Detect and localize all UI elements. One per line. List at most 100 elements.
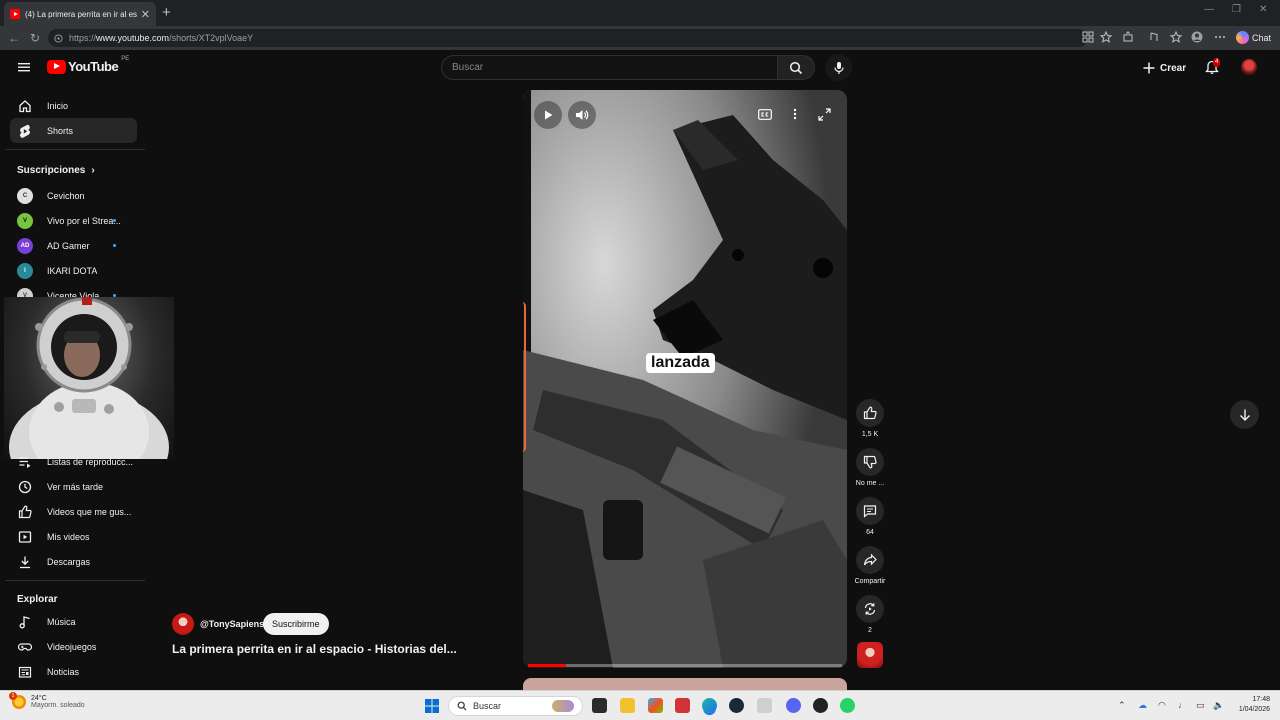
volume-button[interactable] — [568, 101, 596, 129]
sidebar-item-playlists[interactable]: Listas de reproducc... — [10, 449, 137, 474]
sidebar-item-watch-later[interactable]: Ver más tarde — [10, 474, 137, 499]
plus-icon — [1143, 62, 1155, 74]
close-tab-icon[interactable]: ✕ — [141, 8, 150, 21]
weather-widget[interactable]: 1 24°C Mayorm. soleado — [9, 692, 85, 709]
copilot-chat-button[interactable]: Chat — [1236, 29, 1271, 46]
download-icon — [17, 554, 33, 570]
discord-icon[interactable] — [786, 698, 801, 713]
hamburger-menu-icon[interactable] — [17, 60, 31, 74]
channel-avatar-slot: C — [17, 187, 33, 204]
youtube-logo[interactable]: YouTube PE — [47, 56, 129, 74]
remix-action[interactable]: 2 — [852, 595, 888, 634]
subscription-item-cevichon[interactable]: C Cevichon — [10, 183, 137, 208]
reload-icon[interactable]: ↻ — [30, 31, 40, 45]
address-bar[interactable]: https://www.youtube.com/shorts/XT2vplVoa… — [48, 29, 1088, 47]
short-video-player[interactable] — [523, 90, 847, 668]
sidebar-label: Música — [47, 616, 76, 627]
sidebar-item-shorts[interactable]: Shorts — [10, 118, 137, 143]
tray-overflow-icon[interactable]: ⌃ — [1118, 700, 1126, 711]
captions-button[interactable] — [757, 107, 773, 121]
subscription-label: IKARI DOTA — [47, 265, 98, 276]
create-button[interactable]: Crear — [1142, 58, 1186, 78]
back-icon[interactable]: ← — [8, 31, 20, 45]
obs-studio-icon[interactable] — [813, 698, 828, 713]
wps-office-icon[interactable] — [675, 698, 690, 713]
voice-search-button[interactable] — [825, 54, 852, 81]
favorites-icon[interactable] — [1170, 31, 1182, 43]
clock-icon — [17, 479, 33, 495]
channel-avatar: I — [17, 262, 33, 279]
comments-button[interactable] — [856, 497, 884, 525]
share-action[interactable]: Compartir — [852, 546, 888, 585]
account-avatar[interactable] — [1241, 59, 1257, 75]
subscription-item-ad-gamer[interactable]: AD AD Gamer — [10, 233, 137, 258]
media-control-icon[interactable] — [1148, 31, 1160, 43]
play-button[interactable] — [534, 101, 562, 129]
site-info-icon[interactable] — [54, 33, 63, 43]
search-box[interactable] — [441, 55, 777, 80]
sidebar-item-my-videos[interactable]: Mis videos — [10, 524, 137, 549]
comments-action[interactable]: 64 — [852, 497, 888, 536]
steam-icon[interactable] — [729, 698, 744, 713]
new-tab-icon[interactable]: + — [162, 4, 171, 21]
maximize-icon[interactable]: ❐ — [1232, 4, 1241, 15]
dislike-button[interactable] — [856, 448, 884, 476]
remix-button[interactable] — [856, 595, 884, 623]
next-short-button[interactable] — [1230, 400, 1259, 429]
channel-thumbnail[interactable] — [857, 642, 883, 668]
share-button[interactable] — [856, 546, 884, 574]
onedrive-icon[interactable]: ☁ — [1138, 700, 1147, 711]
notifications-button[interactable]: 4 — [1205, 58, 1221, 75]
extensions-icon[interactable] — [1122, 31, 1134, 43]
subscription-label: Vivo por el Strea... — [47, 215, 121, 226]
subscription-item-ikari-dota[interactable]: I IKARI DOTA — [10, 258, 137, 283]
dislike-action[interactable]: No me ... — [852, 448, 888, 487]
task-view-icon[interactable] — [592, 698, 607, 713]
channel-avatar[interactable] — [172, 613, 194, 635]
subscription-item-vivo[interactable]: V Vivo por el Strea... — [10, 208, 137, 233]
browser-tab[interactable]: (4) La primera perrita en ir al espacio … — [4, 2, 156, 26]
whatsapp-icon[interactable] — [840, 698, 855, 713]
sidebar-item-downloads[interactable]: Descargas — [10, 549, 137, 574]
comment-icon — [863, 505, 877, 518]
sidebar-item-liked-videos[interactable]: Videos que me gus... — [10, 499, 137, 524]
music-icon — [17, 614, 33, 630]
like-button[interactable] — [856, 399, 884, 427]
search-input[interactable] — [442, 56, 777, 79]
display-icon[interactable]: ▭ — [1196, 700, 1205, 711]
minimize-icon[interactable]: — — [1204, 4, 1214, 15]
microsoft-store-icon[interactable] — [648, 698, 663, 713]
bookmark-star-icon[interactable] — [1100, 31, 1112, 43]
sidebar-item-inicio[interactable]: Inicio — [10, 93, 137, 118]
clock-date: 1/04/2026 — [1238, 706, 1270, 713]
windows-start-icon[interactable] — [424, 698, 440, 714]
window-close-icon[interactable]: ✕ — [1259, 4, 1267, 15]
edge-browser-icon[interactable] — [702, 698, 717, 713]
apps-icon[interactable] — [1082, 31, 1094, 43]
fullscreen-button[interactable] — [817, 107, 831, 121]
video-title[interactable]: La primera perrita en ir al espacio - Hi… — [172, 642, 457, 656]
like-action[interactable]: 1,5 K — [852, 399, 888, 438]
speaker-icon[interactable]: 🔈 — [1213, 700, 1224, 711]
sidebar-item-gaming[interactable]: Videojuegos — [10, 634, 137, 659]
video-frame — [523, 90, 847, 668]
sidebar-item-news[interactable]: Noticias — [10, 659, 137, 684]
search-button[interactable] — [777, 55, 815, 80]
next-short-preview[interactable] — [523, 678, 847, 690]
network-icon[interactable]: ◠ — [1158, 700, 1166, 711]
system-clock[interactable]: 17:48 1/04/2026 — [1230, 695, 1270, 715]
taskbar-search[interactable]: Buscar — [448, 696, 583, 716]
sidebar-item-music[interactable]: Música — [10, 609, 137, 634]
video-progress-bar[interactable] — [528, 664, 842, 667]
channel-avatar: V — [17, 212, 33, 229]
channel-handle[interactable]: @TonySapiens — [200, 619, 264, 629]
sidebar-divider — [5, 149, 145, 150]
tray-microphone-icon[interactable]: ♩ — [1178, 700, 1187, 710]
subscriptions-heading[interactable]: Suscripciones › — [17, 165, 95, 176]
file-explorer-icon[interactable] — [620, 698, 635, 713]
more-options-icon[interactable] — [1214, 31, 1226, 43]
calculator-icon[interactable] — [757, 698, 772, 713]
subscribe-button[interactable]: Suscribirme — [263, 613, 329, 635]
profile-icon[interactable] — [1191, 31, 1203, 43]
more-video-options-button[interactable] — [788, 107, 802, 121]
